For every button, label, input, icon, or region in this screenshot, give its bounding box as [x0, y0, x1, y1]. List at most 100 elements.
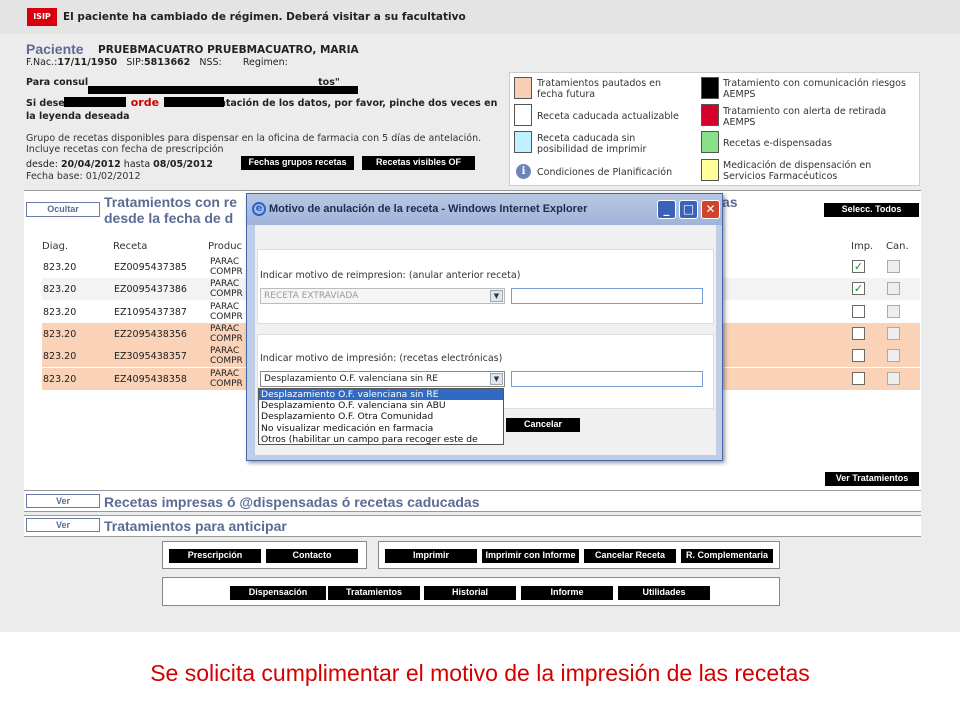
ocultar-button[interactable]: Ocultar [26, 202, 100, 217]
product-cell: PARAC COMPR [210, 257, 243, 277]
informe-button[interactable]: Informe [521, 586, 613, 600]
product-cell: PARAC COMPR [210, 323, 243, 344]
imp-checkbox[interactable] [852, 349, 865, 363]
print-reason-select[interactable]: Desplazamiento O.F. valenciana sin RE ▼ [260, 371, 505, 387]
color-legend: Tratamientos pautados en fecha futura Tr… [509, 72, 920, 186]
reprint-text-input[interactable] [511, 288, 703, 304]
can-checkbox[interactable] [887, 260, 900, 273]
dialog-titlebar: e Motivo de anulación de la receta - Win… [247, 194, 722, 225]
legend-label[interactable]: Recetas e-dispensadas [723, 138, 913, 149]
imp-checkbox[interactable] [852, 371, 865, 385]
date-range: desde: 20/04/2012 hasta 08/05/2012 [26, 159, 213, 170]
diag-cell: 823.20 [43, 351, 77, 363]
dropdown-option[interactable]: Desplazamiento O.F. Otra Comunidad [259, 411, 503, 422]
treatments-title-end: as [722, 194, 738, 210]
complementaria-button[interactable]: R. Complementaria [681, 549, 773, 563]
fecha-base: Fecha base: 01/02/2012 [26, 171, 141, 182]
dropdown-option[interactable]: Desplazamiento O.F. valenciana sin RE [259, 389, 503, 401]
regime-alert: El paciente ha cambiado de régimen. Debe… [63, 11, 466, 23]
historial-button[interactable]: Historial [424, 586, 516, 600]
patient-title: Paciente [26, 41, 84, 57]
swatch-future [514, 77, 532, 99]
can-checkbox[interactable] [887, 371, 900, 385]
close-icon[interactable]: ✕ [701, 200, 720, 219]
can-checkbox[interactable] [887, 282, 900, 296]
treatments-title: Tratamientos con re [104, 194, 238, 210]
diag-cell: 823.20 [43, 373, 77, 385]
fnac-value: 17/11/1950 [57, 57, 118, 68]
internet-explorer-icon: e [252, 202, 266, 216]
select-all-button[interactable]: Selecc. Todos [824, 203, 919, 217]
reprint-label: Indicar motivo de reimpresion: (anular a… [260, 270, 521, 281]
dropdown-option[interactable]: No visualizar medicación en farmacia [259, 423, 503, 434]
ver-tratamientos-button[interactable]: Ver Tratamientos [825, 472, 919, 486]
dropdown-option[interactable]: Otros (habilitar un campo para recoger e… [259, 434, 503, 444]
cancelar-button[interactable]: Cancelar [506, 418, 580, 432]
legend-label[interactable]: Condiciones de Planificación [537, 167, 697, 178]
receta-cell: EZ2095438356 [114, 328, 187, 340]
group-info: Grupo de recetas disponibles para dispen… [26, 133, 482, 155]
swatch-pharma-services [701, 159, 719, 181]
chevron-down-icon: ▼ [490, 290, 503, 302]
receta-cell: EZ1095437387 [114, 306, 187, 318]
redaction [64, 97, 126, 107]
can-checkbox[interactable] [887, 326, 900, 340]
product-cell: PARAC COMPR [210, 301, 243, 322]
fnac-label: F.Nac.: [26, 57, 58, 68]
treatments-title-line2: desde la fecha de d [104, 210, 234, 226]
patient-name: PRUEBMACUATRO PRUEBMACUATRO, MARIA [98, 44, 359, 56]
maximize-icon[interactable]: □ [679, 200, 698, 219]
receta-cell: EZ4095438358 [114, 373, 187, 385]
print-text-input[interactable] [511, 371, 703, 387]
swatch-aemps-alert [701, 104, 719, 126]
can-checkbox[interactable] [887, 349, 900, 363]
slide-caption: Se solicita cumplimentar el motivo de la… [150, 660, 810, 686]
imprimir-button[interactable]: Imprimir [385, 549, 477, 563]
diag-cell: 823.20 [43, 284, 77, 296]
isip-logo: ISIP [27, 8, 57, 26]
reprint-select[interactable]: RECETA EXTRAVIADA ▼ [260, 288, 505, 304]
contacto-button[interactable]: Contacto [266, 549, 358, 563]
imp-checkbox[interactable] [852, 326, 865, 340]
swatch-expired-noprint [514, 131, 532, 153]
legend-label[interactable]: Tratamiento con comunicación riesgos AEM… [723, 78, 913, 100]
receta-cell: EZ0095437386 [114, 284, 187, 296]
legend-label[interactable]: Receta caducada actualizable [537, 111, 697, 122]
sip-value: 5813662 [144, 57, 191, 68]
imp-checkbox[interactable]: ✓ [852, 260, 865, 273]
receta-cell: EZ0095437385 [114, 262, 187, 273]
product-cell: PARAC COMPR [210, 346, 243, 367]
minimize-icon[interactable]: _ [657, 200, 676, 219]
legend-label[interactable]: Tratamiento con alerta de retirada AEMPS [723, 106, 913, 128]
tratamientos-button[interactable]: Tratamientos [328, 586, 420, 600]
swatch-aemps-risk [701, 77, 719, 99]
print-label: Indicar motivo de impresión: (recetas el… [260, 353, 503, 364]
ver-anticipar-button[interactable]: Ver [26, 518, 100, 532]
redaction [88, 86, 358, 94]
imp-checkbox[interactable] [852, 304, 865, 318]
nss-label: NSS: [199, 57, 222, 68]
printed-title: Recetas impresas ó @dispensadas ó receta… [104, 494, 480, 510]
can-checkbox[interactable] [887, 304, 900, 318]
info-icon[interactable]: i [516, 164, 531, 179]
dispensacion-button[interactable]: Dispensación [230, 586, 326, 600]
cancelar-receta-button[interactable]: Cancelar Receta [584, 549, 676, 563]
fechas-grupos-button[interactable]: Fechas grupos recetas [241, 156, 354, 170]
anticipar-title: Tratamientos para anticipar [104, 518, 287, 534]
recetas-visibles-button[interactable]: Recetas visibles OF [362, 156, 475, 170]
imprimir-informe-button[interactable]: Imprimir con Informe [482, 549, 579, 563]
dropdown-option[interactable]: Desplazamiento O.F. valenciana sin ABU [259, 400, 503, 411]
imp-checkbox[interactable]: ✓ [852, 282, 865, 296]
ver-printed-button[interactable]: Ver [26, 494, 100, 508]
prescripcion-button[interactable]: Prescripción [169, 549, 261, 563]
utilidades-button[interactable]: Utilidades [618, 586, 710, 600]
sip-label: SIP: [126, 57, 144, 68]
legend-label[interactable]: Receta caducada sin posibilidad de impri… [537, 133, 687, 155]
col-diag: Diag. [42, 241, 69, 252]
legend-label[interactable]: Tratamientos pautados en fecha futura [537, 78, 687, 100]
col-imp: Imp. [851, 241, 874, 252]
legend-label[interactable]: Medicación de dispensación en Servicios … [723, 160, 913, 182]
print-reason-dropdown[interactable]: Desplazamiento O.F. valenciana sin RE De… [258, 388, 504, 445]
regimen-label: Regimen: [242, 57, 288, 68]
diag-cell: 823.20 [43, 328, 77, 340]
